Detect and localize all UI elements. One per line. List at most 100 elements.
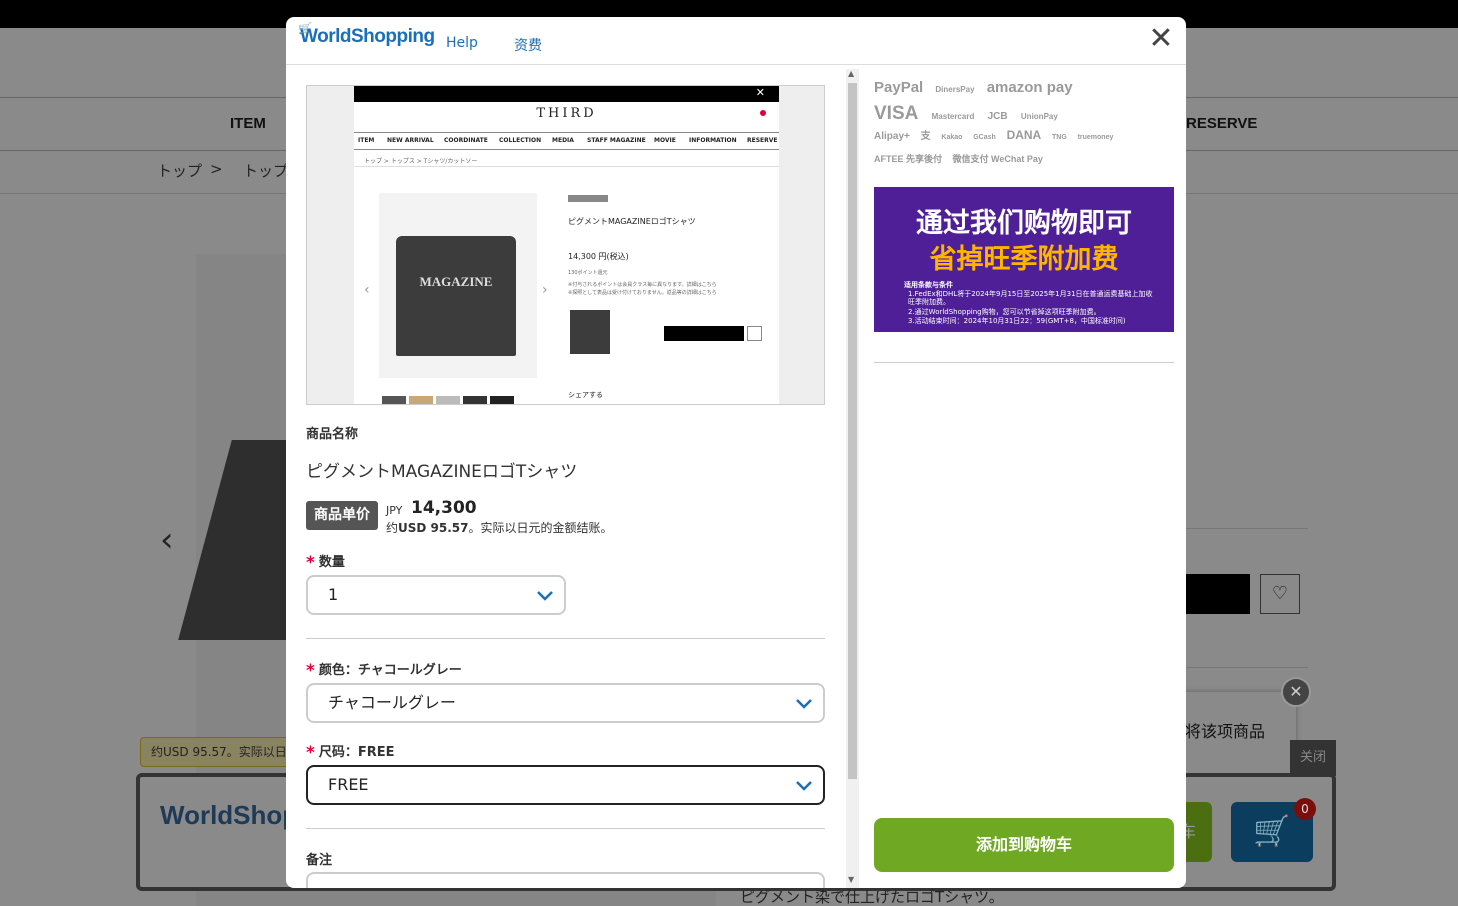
size-select[interactable]: FREE (306, 765, 825, 805)
banner-cond-item: 3.活动结束时间：2024年10月31日22：59(GMT+8，中国标准时间) (908, 317, 1126, 325)
screenshot-topbar: ✕ (354, 86, 779, 102)
bg-divider (1180, 528, 1308, 529)
quantity-value: 1 (328, 585, 339, 604)
screenshot-nav-item: COLLECTION (499, 137, 542, 144)
bg-usd-tip: 约USD 95.57。实际以日元 (140, 737, 310, 767)
bg-product-desc: ピグメント染で仕上げたロゴTシャツ。 (740, 888, 1004, 906)
screenshot-breadcrumb: トップ > トップス > Tシャツ/カットソー (364, 158, 478, 165)
screenshot-nav: ITEM NEW ARRIVAL COORDINATE COLLECTION M… (354, 132, 779, 150)
screenshot-flag-icon (760, 110, 766, 116)
payment-row: VISA Mastercard JCB UnionPay (874, 103, 1066, 125)
screenshot-nav-item: MOVIE (654, 137, 676, 144)
banner-line2: 省掉旺季附加费 (929, 244, 1119, 275)
help-link[interactable]: Help (446, 35, 478, 51)
alipay-cn-logo: 支 (920, 131, 931, 142)
alipay-logo: Alipay+ (874, 131, 910, 142)
payment-row: Alipay+ 支 Kakao GCash DANA TNG truemoney (874, 127, 1121, 142)
scroll-up-icon[interactable]: ▲ (848, 69, 854, 78)
note-label: 备注 (306, 853, 333, 868)
color-select[interactable]: チャコールグレー (306, 683, 825, 723)
screenshot-tshirt-print: MAGAZINE (419, 274, 493, 289)
screenshot-close-icon: ✕ (755, 86, 765, 99)
bg-cart-count: 0 (1294, 798, 1316, 820)
worldshopping-logo[interactable]: 🛒 WorldShopping (298, 23, 435, 48)
banner-cond-title: 适用条款与条件 (904, 281, 953, 289)
screenshot-thumbnail (382, 396, 406, 404)
screenshot-nav-item: ITEM (358, 137, 375, 144)
screenshot-thumbnail (409, 396, 433, 404)
scroll-down-icon[interactable]: ▼ (848, 875, 854, 884)
bg-add-button (1180, 574, 1250, 614)
bg-ws-logo: WorldShop (160, 800, 299, 830)
price-currency: JPY (386, 504, 403, 517)
screenshot-nav-item: RESERVE (747, 137, 778, 144)
banner-line1: 通过我们购物即可 (916, 208, 1132, 239)
product-page-screenshot: ✕ THIRD ITEM NEW ARRIVAL COORDINATE COLL… (306, 85, 825, 405)
panel-divider (874, 362, 1174, 363)
screenshot-tshirt (396, 236, 516, 356)
payment-row: PayPal DinersPay amazon pay (874, 79, 1081, 96)
screenshot-point: 130ポイント還元 (568, 270, 608, 276)
quantity-label: * 数量 (306, 551, 345, 573)
approx-prefix: 约 (386, 521, 399, 535)
payment-panel: PayPal DinersPay amazon pay VISA Masterc… (874, 77, 1174, 877)
screenshot-thumbnail (436, 396, 460, 404)
worldshopping-modal: 🛒 WorldShopping Help 资费 ✕ ✕ THIRD ITEM N… (286, 17, 1186, 888)
screenshot-note: ※探照として表品は受け付けておりません。返品等の詳細はこちら (568, 290, 717, 296)
screenshot-note: ※付与されるポイントは会員クラス毎に異なります。詳細はこちら (568, 282, 717, 288)
bg-close-bar: 关闭 (1290, 740, 1336, 776)
scrollbar[interactable]: ▲ ▼ (846, 69, 859, 888)
visa-logo: VISA (874, 103, 919, 124)
fees-link[interactable]: 资费 (514, 35, 542, 55)
size-label: * 尺码：FREE (306, 741, 395, 763)
screenshot-tag (568, 195, 608, 202)
bg-close-icon: ✕ (1281, 677, 1311, 707)
screenshot-next-icon: › (542, 282, 548, 298)
color-label: * 颜色：チャコールグレー (306, 659, 462, 681)
section-divider (306, 638, 825, 639)
banner-cond-item: 2.通过WorldShopping购物，您可以节省掉这项旺季附加费。 (908, 308, 1101, 316)
screenshot-thumbnail (490, 396, 514, 404)
scrollbar-thumb[interactable] (848, 83, 857, 779)
dinerspay-logo: DinersPay (935, 85, 975, 94)
product-name: ピグメントMAGAZINEロゴTシャツ (306, 462, 578, 482)
note-field[interactable] (306, 872, 825, 888)
jcb-logo: JCB (987, 111, 1008, 122)
tng-logo: TNG (1052, 134, 1067, 141)
screenshot-divider (354, 166, 779, 167)
product-form-panel: ✕ THIRD ITEM NEW ARRIVAL COORDINATE COLL… (306, 85, 826, 888)
price-amount: 14,300 (411, 498, 477, 518)
screenshot-nav-item: STAFF MAGAZINE (587, 137, 646, 144)
gcash-logo: GCash (973, 134, 996, 141)
section-divider (306, 828, 825, 829)
promo-banner[interactable]: 通过我们购物即可 省掉旺季附加费 适用条款与条件 1.FedEx和DHL将于20… (874, 187, 1174, 332)
bg-divider (1180, 667, 1308, 668)
truemoney-logo: truemoney (1077, 134, 1114, 141)
approx-usd: USD 95.57 (398, 521, 469, 535)
paypal-logo: PayPal (874, 79, 924, 96)
close-icon[interactable]: ✕ (1148, 24, 1174, 54)
screenshot-thumb (570, 310, 610, 354)
screenshot-brand: THIRD (536, 106, 597, 121)
unionpay-logo: UnionPay (1020, 112, 1058, 121)
mastercard-logo: Mastercard (931, 112, 975, 121)
bg-breadcrumb: トップ (157, 162, 203, 180)
size-value: FREE (328, 775, 369, 794)
banner-cond-item: 1.FedEx和DHL将于2024年9月15日至2025年1月31日在普通运费基… (908, 290, 1153, 306)
bg-breadcrumb-sep: > (210, 160, 223, 178)
screenshot-page: ✕ THIRD ITEM NEW ARRIVAL COORDINATE COLL… (354, 86, 779, 404)
color-value: チャコールグレー (328, 693, 456, 712)
screenshot-nav-item: NEW ARRIVAL (387, 137, 434, 144)
bg-prev-arrow-icon: ‹ (160, 520, 174, 560)
screenshot-price: 14,300 円(税込) (568, 252, 629, 261)
wechatpay-logo: 微信支付 WeChat Pay (952, 154, 1043, 164)
modal-header: 🛒 WorldShopping Help 资费 ✕ (286, 17, 1186, 65)
size-label-text: 尺码：FREE (318, 745, 395, 760)
price-approx: 约USD 95.57。实际以日元的金额结账。 (386, 519, 613, 536)
quantity-select[interactable]: 1 (306, 575, 566, 615)
screenshot-cart-button (664, 326, 744, 341)
dana-logo: DANA (1006, 128, 1042, 142)
screenshot-prev-icon: ‹ (364, 282, 370, 298)
unit-price-badge: 商品单价 (306, 501, 378, 530)
add-to-cart-button[interactable]: 添加到购物车 (874, 818, 1174, 872)
